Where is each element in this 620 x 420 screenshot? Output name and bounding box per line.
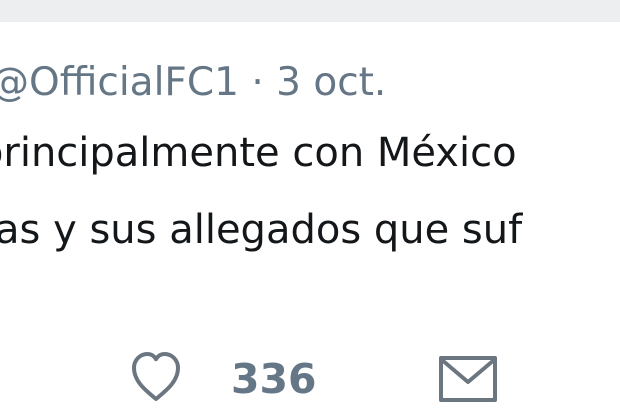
meta-separator: · xyxy=(251,60,264,105)
like-count: 336 xyxy=(231,355,317,403)
top-band xyxy=(0,0,620,22)
tweet-handle[interactable]: @OfficialFC1 xyxy=(0,60,239,105)
heart-icon[interactable] xyxy=(125,346,187,408)
tweet-meta: @OfficialFC1 · 3 oct. xyxy=(0,60,386,106)
envelope-icon[interactable] xyxy=(437,354,499,404)
tweet-date[interactable]: 3 oct. xyxy=(276,60,386,105)
tweet-actions: 336 xyxy=(0,322,620,402)
tweet-text-line-1: principalmente con México xyxy=(0,130,517,176)
tweet-card[interactable]: @OfficialFC1 · 3 oct. principalmente con… xyxy=(0,22,620,420)
tweet-text-line-2: as y sus allegados que suf xyxy=(0,207,523,253)
